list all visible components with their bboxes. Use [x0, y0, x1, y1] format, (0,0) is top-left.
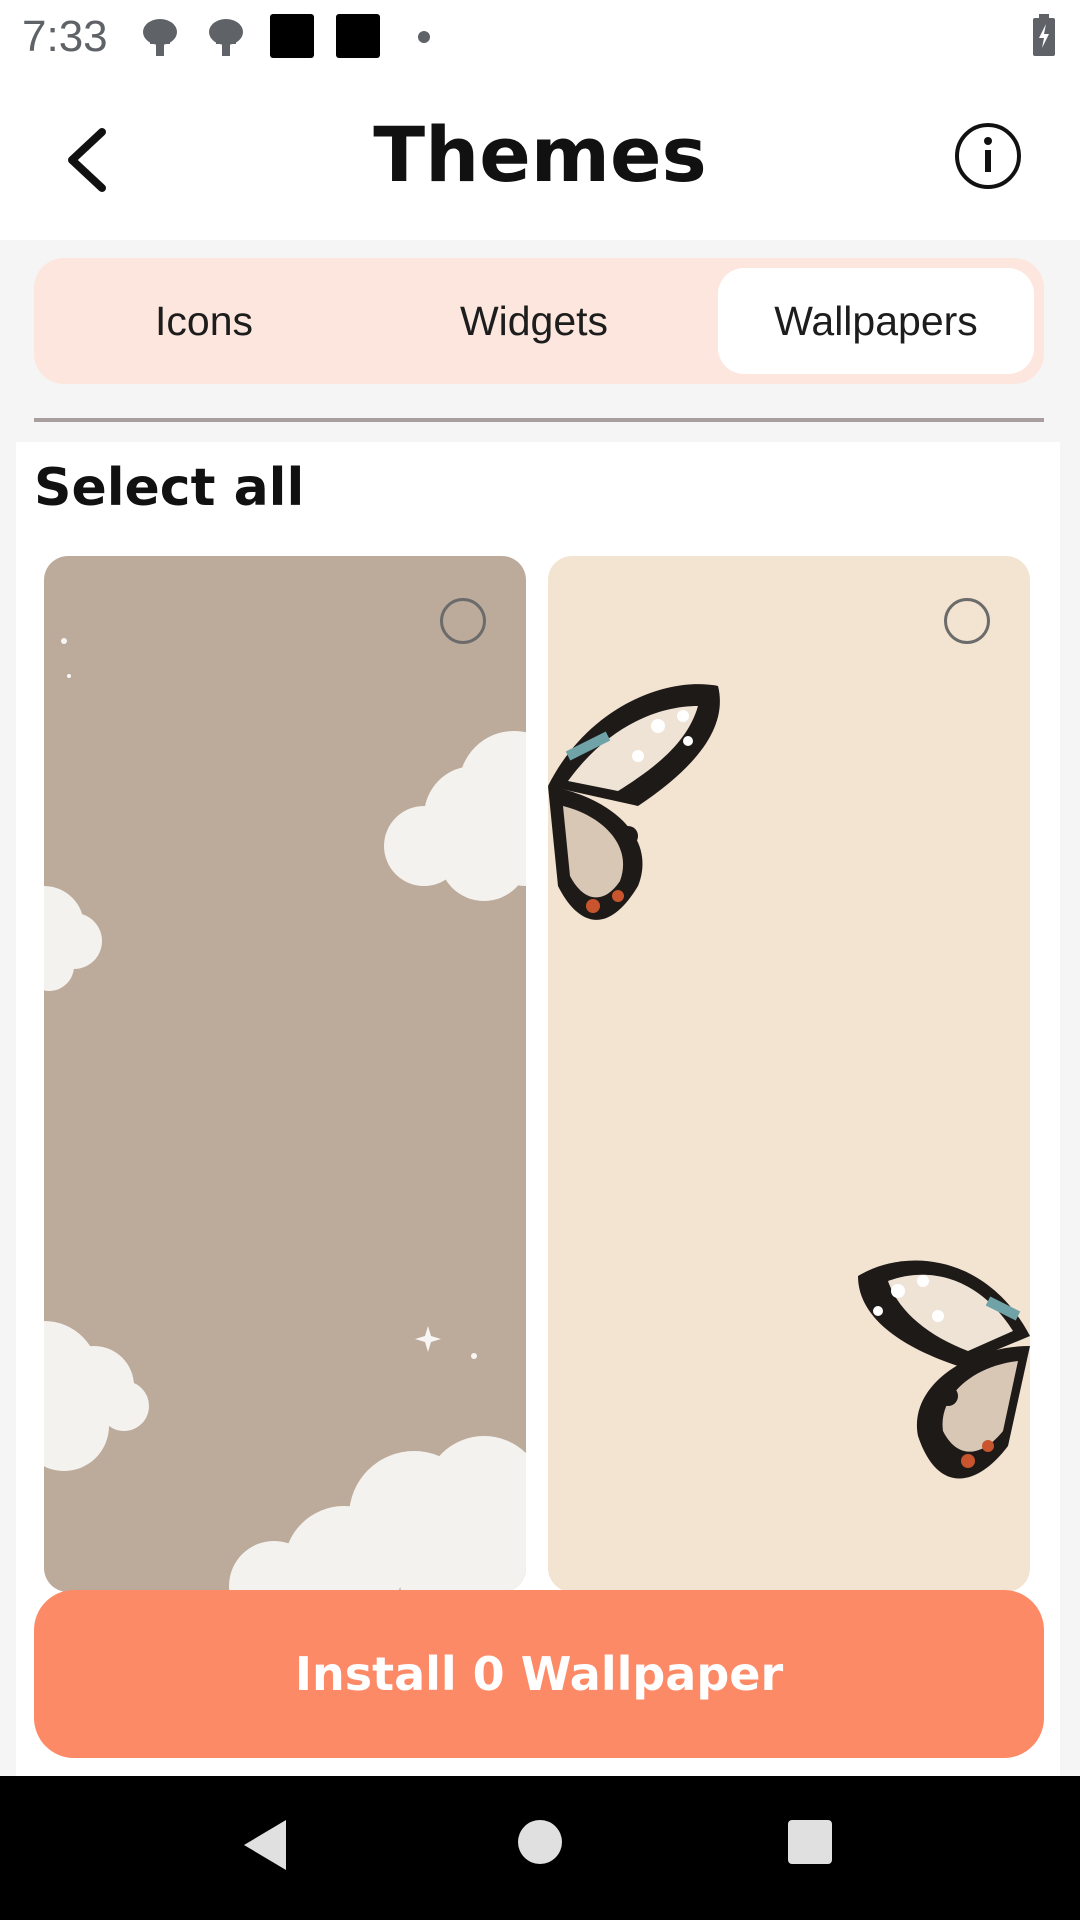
system-nav-bar	[0, 1776, 1080, 1920]
status-time: 7:33	[22, 12, 108, 61]
square-icon	[336, 14, 380, 58]
wallpaper-select-radio[interactable]	[944, 598, 990, 644]
tab-wallpapers[interactable]: Wallpapers	[718, 268, 1034, 374]
tab-icons[interactable]: Icons	[44, 268, 364, 374]
android-icon	[209, 19, 243, 56]
status-bar: 7:33	[0, 0, 1080, 72]
android-icon	[143, 19, 177, 56]
tab-widgets[interactable]: Widgets	[374, 268, 694, 374]
clouds-wallpaper-image	[44, 556, 526, 1592]
install-button[interactable]: Install 0 Wallpaper	[34, 1590, 1044, 1758]
recents-square-icon[interactable]	[786, 1818, 834, 1866]
divider	[34, 418, 1044, 422]
info-button[interactable]	[952, 120, 1024, 192]
tab-bar: Icons Widgets Wallpapers	[34, 258, 1044, 384]
app-header: Themes	[0, 72, 1080, 240]
back-triangle-icon[interactable]	[240, 1818, 290, 1872]
wallpaper-select-radio[interactable]	[440, 598, 486, 644]
select-all-button[interactable]: Select all	[34, 458, 304, 518]
dot-icon	[418, 31, 430, 43]
wallpaper-card-clouds[interactable]	[44, 556, 526, 1592]
page-title: Themes	[373, 110, 707, 199]
butterfly-wallpaper-image	[548, 556, 1030, 1592]
square-icon	[270, 14, 314, 58]
battery-charging-icon	[1033, 14, 1055, 56]
wallpaper-card-butterflies[interactable]	[548, 556, 1030, 1592]
home-circle-icon[interactable]	[516, 1818, 564, 1866]
